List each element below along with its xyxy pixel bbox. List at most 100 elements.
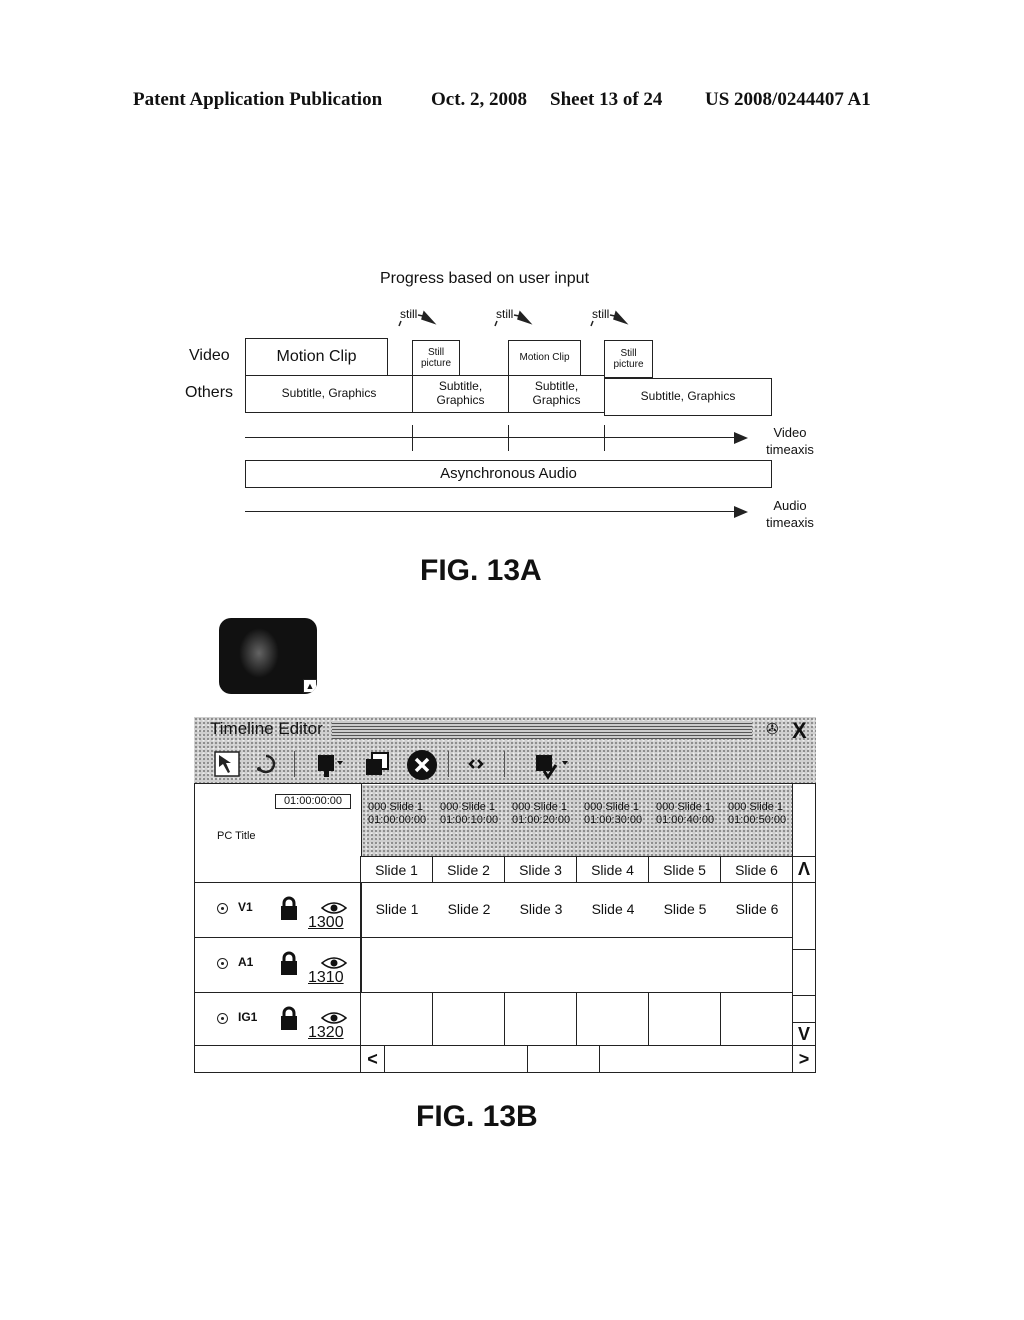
visibility-eye-icon[interactable] [321,956,347,970]
track-header-a1[interactable]: A1 1310 [194,937,362,993]
toolbar [194,745,816,783]
ruler-corner [792,783,816,857]
pc-title-label: PC Title [217,830,256,842]
row-label-others: Others [185,384,234,401]
ig-slot[interactable] [648,992,721,1046]
toolbar-separator [504,751,505,777]
still-arrows [398,310,629,327]
clip[interactable]: Slide 1 [361,901,433,917]
ruler-time: 01:00:20:00 [512,814,571,826]
window-title: Timeline Editor [210,719,323,738]
track-header-panel: 01:00:00:00 PC Title [194,783,362,883]
vertical-scroll-track[interactable] [792,995,816,1023]
track-name: A1 [238,955,254,969]
preview-thumbnail[interactable]: ▲ [219,618,317,694]
clip[interactable]: Slide 4 [577,901,649,917]
others-block: Subtitle, Graphics [412,375,509,413]
clip[interactable]: Slide 2 [433,901,505,917]
async-audio-block: Asynchronous Audio [245,460,772,488]
clip[interactable]: Slide 3 [505,901,577,917]
reference-numeral: 1300 [308,914,344,931]
slide-header[interactable]: Slide 1 [360,856,433,883]
title-bar[interactable]: Timeline Editor ✇ X [194,717,816,745]
others-block: Subtitle, Graphics [245,375,413,413]
arrow-icon [734,432,748,444]
toolbar-separator [294,751,295,777]
visibility-eye-icon[interactable] [321,1011,347,1025]
ruler-mark: 000 Slide 1 01:00:20:00 [512,801,570,827]
track-select-radio[interactable] [217,903,228,914]
clip[interactable]: Slide 5 [649,901,721,917]
clip[interactable]: Slide 6 [721,901,793,917]
ruler-time: 01:00:00:00 [368,814,427,826]
ruler-slide-name: 000 Slide 1 [512,801,568,813]
insert-clip-icon[interactable] [534,751,570,779]
timecode-field[interactable]: 01:00:00:00 [275,794,351,809]
audio-timeaxis [245,511,735,512]
video-block-motion-clip: Motion Clip [245,338,388,376]
expand-button[interactable]: ▲ [303,679,317,693]
ruler-slide-name: 000 Slide 1 [728,801,784,813]
slide-header[interactable]: Slide 6 [720,856,793,883]
scroll-down-button[interactable]: V [792,1022,816,1047]
ig-slot[interactable] [432,992,505,1046]
layer-icon[interactable] [364,751,390,777]
select-tool-icon[interactable] [214,751,240,777]
track-lane-v1[interactable]: Slide 1 Slide 2 Slide 3 Slide 4 Slide 5 … [360,882,793,938]
figure-caption: FIG. 13B [416,1100,538,1133]
undo-icon[interactable] [254,753,280,775]
others-block: Subtitle, Graphics [508,375,605,413]
vertical-scroll-track[interactable] [792,882,816,950]
close-button[interactable]: X [792,718,807,744]
ig-slot[interactable] [360,992,433,1046]
lock-icon[interactable] [280,896,298,920]
track-header-ig1[interactable]: IG1 1320 [194,992,362,1046]
ruler-slide-name: 000 Slide 1 [440,801,496,813]
horizontal-scroll-track[interactable] [384,1045,528,1073]
ruler-mark: 000 Slide 1 01:00:40:00 [656,801,714,827]
slide-header[interactable]: Slide 5 [648,856,721,883]
visibility-eye-icon[interactable] [321,901,347,915]
track-lane-a1[interactable] [360,937,793,993]
time-ruler[interactable]: 000 Slide 1 01:00:00:00 000 Slide 1 01:00:… [362,785,792,857]
axis-tick [412,425,413,451]
pin-icon[interactable]: ✇ [766,720,779,738]
lock-icon[interactable] [280,1006,298,1030]
ruler-slide-name: 000 Slide 1 [368,801,424,813]
row-label-video: Video [189,347,230,364]
lock-icon[interactable] [280,951,298,975]
patent-number: US 2008/0244407 A1 [705,89,871,110]
video-timeaxis [245,437,735,438]
scroll-right-button[interactable]: > [792,1045,816,1073]
video-block-motion-clip: Motion Clip [508,340,581,376]
ruler-slide-name: 000 Slide 1 [584,801,640,813]
axis-tick [508,425,509,451]
scroll-up-button[interactable]: Λ [792,856,816,883]
link-icon[interactable] [468,757,484,771]
track-select-radio[interactable] [217,1013,228,1024]
slide-header[interactable]: Slide 2 [432,856,505,883]
add-clip-icon[interactable] [314,751,344,779]
video-block-still-picture: Still picture [604,340,653,378]
scroll-left-button[interactable]: < [360,1045,385,1073]
audio-timeaxis-label: Audio timeaxis [766,498,814,530]
slide-header[interactable]: Slide 4 [576,856,649,883]
ruler-slide-name: 000 Slide 1 [656,801,712,813]
vertical-scroll-thumb[interactable] [792,949,816,996]
ruler-time: 01:00:10:00 [440,814,499,826]
diagram-title: Progress based on user input [380,270,590,287]
ruler-mark: 000 Slide 1 01:00:50:00 [728,801,786,827]
track-select-radio[interactable] [217,958,228,969]
track-header-v1[interactable]: V1 1300 [194,882,362,938]
ruler-time: 01:00:50:00 [728,814,787,826]
ig-slot[interactable] [576,992,649,1046]
ig-slot[interactable] [504,992,577,1046]
ruler-mark: 000 Slide 1 01:00:30:00 [584,801,642,827]
horizontal-scroll-track[interactable] [599,1045,793,1073]
delete-icon[interactable] [406,749,438,781]
ig-slot[interactable] [720,992,793,1046]
horizontal-scroll-thumb[interactable] [527,1045,600,1073]
slide-header[interactable]: Slide 3 [504,856,577,883]
publication-label: Patent Application Publication [133,89,383,110]
reference-numeral: 1310 [308,969,344,986]
